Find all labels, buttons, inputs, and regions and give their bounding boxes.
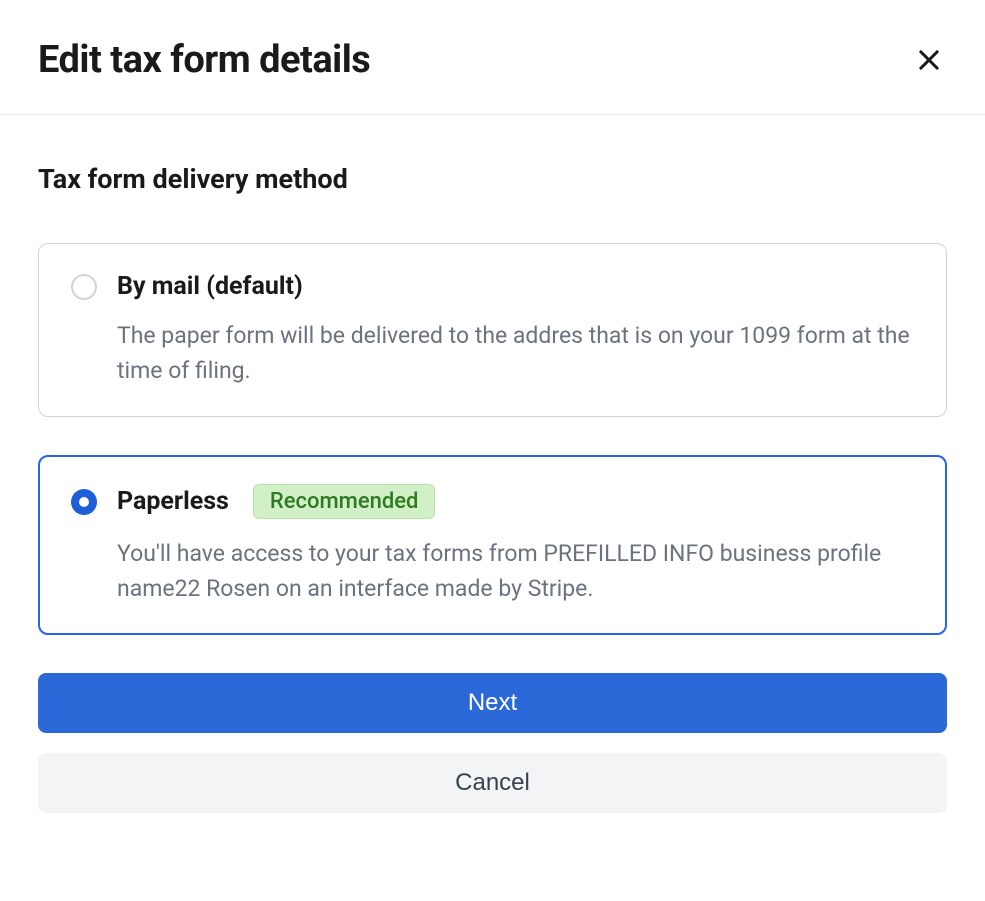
modal-title: Edit tax form details — [38, 38, 370, 82]
radio-option-mail-header: By mail (default) — [71, 272, 914, 301]
recommended-badge: Recommended — [253, 484, 436, 519]
radio-option-mail[interactable]: By mail (default) The paper form will be… — [38, 243, 947, 417]
next-button[interactable]: Next — [38, 673, 947, 733]
close-button[interactable] — [911, 42, 947, 78]
radio-circle-mail[interactable] — [71, 274, 97, 300]
radio-description-paperless: You'll have access to your tax forms fro… — [117, 537, 914, 606]
radio-label-mail: By mail (default) — [117, 272, 303, 301]
radio-option-paperless[interactable]: Paperless Recommended You'll have access… — [38, 455, 947, 635]
radio-option-paperless-header: Paperless Recommended — [71, 484, 914, 519]
cancel-button[interactable]: Cancel — [38, 753, 947, 813]
close-icon — [915, 46, 943, 74]
modal-header: Edit tax form details — [0, 0, 985, 115]
radio-label-paperless: Paperless — [117, 487, 229, 516]
section-title: Tax form delivery method — [38, 163, 947, 195]
radio-description-mail: The paper form will be delivered to the … — [117, 319, 914, 388]
radio-circle-paperless[interactable] — [71, 489, 97, 515]
modal-body: Tax form delivery method By mail (defaul… — [0, 115, 985, 851]
